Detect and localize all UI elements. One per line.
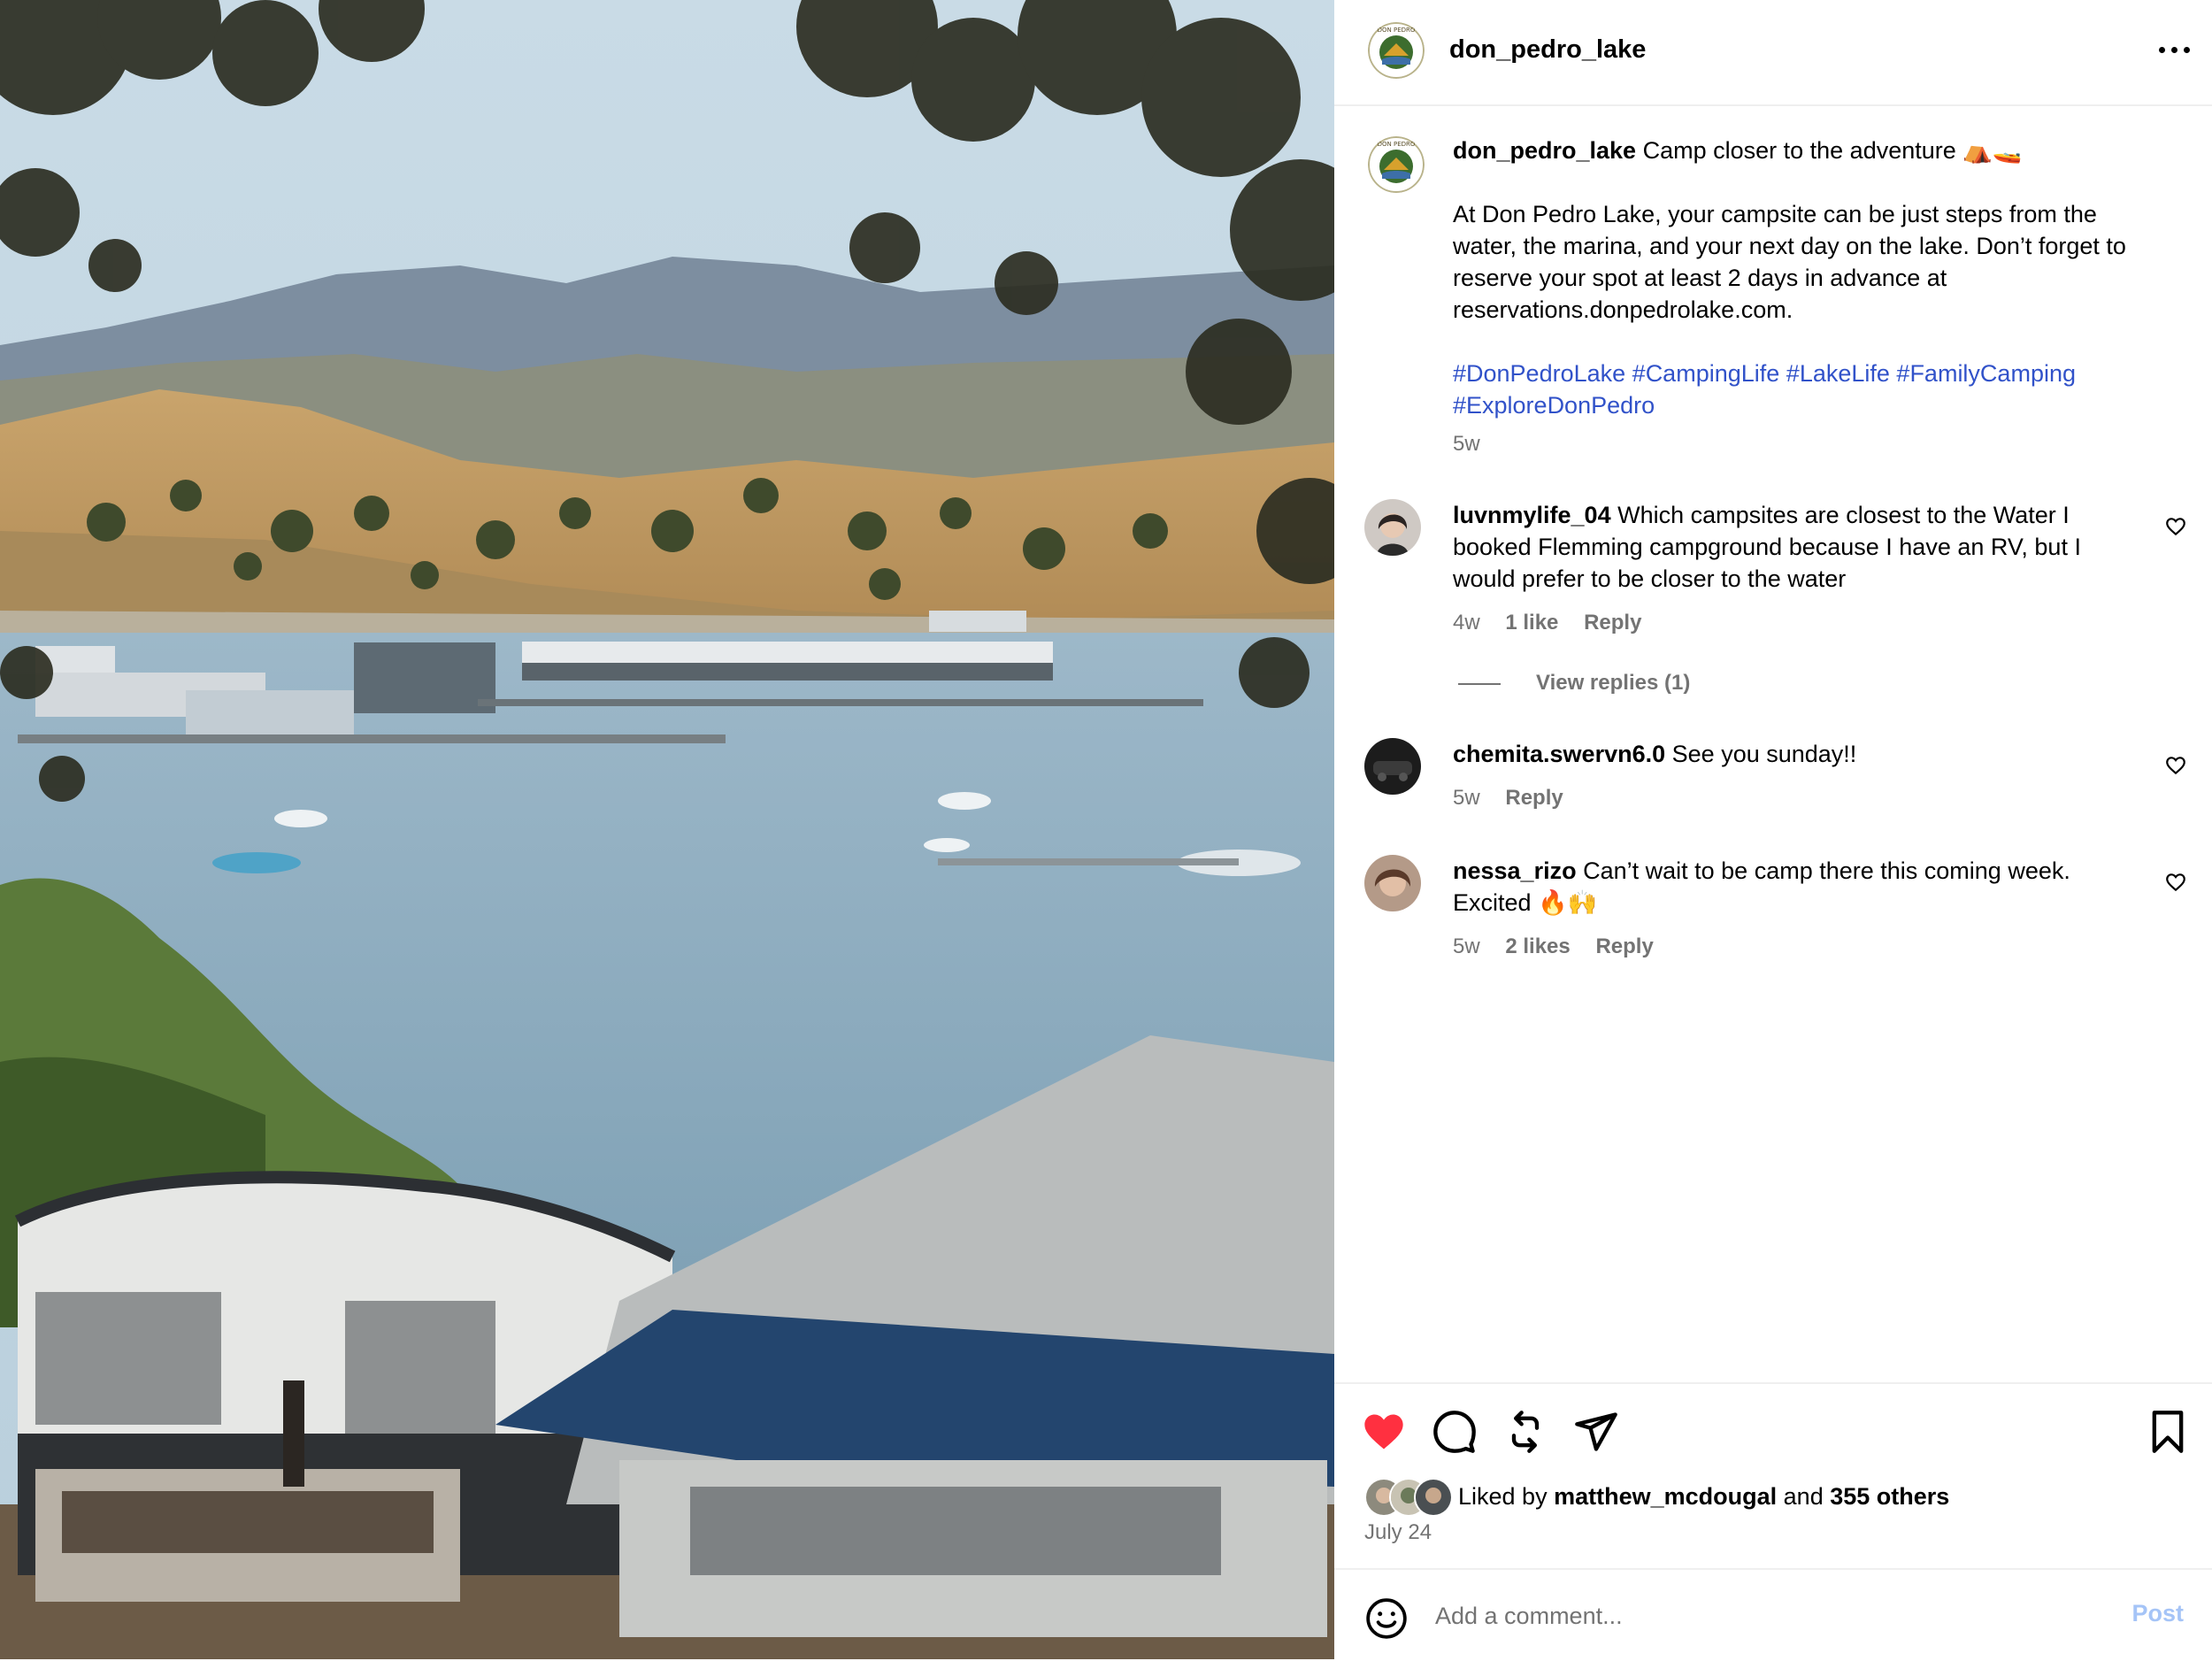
repost-icon[interactable] xyxy=(1502,1409,1548,1455)
commenter-avatar[interactable] xyxy=(1364,738,1421,795)
reply-button[interactable]: Reply xyxy=(1595,934,1653,958)
likes-others-count[interactable]: 355 others xyxy=(1830,1483,1949,1510)
lake-campsite-photo xyxy=(0,0,1334,1659)
liked-by-user[interactable]: matthew_mcdougal xyxy=(1554,1483,1777,1510)
profile-avatar[interactable]: DON PEDRO xyxy=(1368,22,1425,79)
view-replies-label: View replies (1) xyxy=(1536,671,1691,695)
don-pedro-logo-icon: DON PEDRO xyxy=(1368,22,1425,79)
user-avatar-icon xyxy=(1364,499,1421,556)
caption: don_pedro_lake Camp closer to the advent… xyxy=(1453,135,2161,421)
comment-meta: 5w 2 likes Reply xyxy=(1453,934,1654,959)
liked-by-prefix: Liked by xyxy=(1458,1483,1548,1510)
comment-likes[interactable]: 1 like xyxy=(1505,611,1558,634)
don-pedro-logo-icon: DON PEDRO xyxy=(1368,136,1425,193)
liker-avatar[interactable] xyxy=(1414,1478,1453,1517)
comment-time: 5w xyxy=(1453,934,1480,958)
comment-text: See you sunday!! xyxy=(1671,741,1857,767)
tent-emoji-icon: ⛺🚤 xyxy=(1962,137,2023,164)
post-photo[interactable] xyxy=(0,0,1334,1659)
bookmark-icon[interactable] xyxy=(2145,1409,2191,1455)
post-side-panel: DON PEDRO don_pedro_lake DON PEDRO don_p… xyxy=(1334,0,2212,1659)
comment-bubble-icon[interactable] xyxy=(1432,1409,1478,1455)
caption-hashtags: #DonPedroLake #CampingLife #LakeLife #Fa… xyxy=(1453,358,2161,421)
comment-meta: 4w 1 like Reply xyxy=(1453,611,1641,635)
post-comment-button[interactable]: Post xyxy=(2131,1600,2184,1627)
caption-avatar[interactable]: DON PEDRO xyxy=(1368,136,1425,193)
comment-time: 5w xyxy=(1453,786,1480,810)
comment-like-heart-icon[interactable] xyxy=(2164,754,2187,777)
like-heart-icon[interactable] xyxy=(1361,1409,1407,1455)
comment: nessa_rizo Can’t wait to be camp there t… xyxy=(1453,855,2134,919)
post-date[interactable]: July 24 xyxy=(1364,1520,1432,1545)
hashtag-link[interactable]: #CampingLife xyxy=(1632,360,1780,387)
more-options-icon[interactable] xyxy=(2157,41,2193,58)
svg-text:DON PEDRO: DON PEDRO xyxy=(1378,141,1416,148)
caption-time: 5w xyxy=(1453,432,1480,456)
liked-by-joiner: and xyxy=(1783,1483,1824,1510)
comment-username[interactable]: nessa_rizo xyxy=(1453,857,1577,884)
user-avatar-icon xyxy=(1364,855,1421,911)
post-actions: Liked by matthew_mcdougal and 355 others… xyxy=(1334,1382,2212,1570)
caption-body: At Don Pedro Lake, your campsite can be … xyxy=(1453,201,2126,323)
comment-username[interactable]: luvnmylife_04 xyxy=(1453,502,1611,528)
comment: luvnmylife_04 Which campsites are closes… xyxy=(1453,499,2125,595)
comment-time: 4w xyxy=(1453,611,1480,634)
caption-username[interactable]: don_pedro_lake xyxy=(1453,137,1636,164)
commenter-avatar[interactable] xyxy=(1364,855,1421,911)
liked-by-text: Liked by matthew_mcdougal and 355 others xyxy=(1458,1483,1949,1511)
add-comment-bar: Post xyxy=(1334,1568,2212,1661)
comment-input[interactable] xyxy=(1433,1595,2056,1637)
view-replies-button[interactable]: View replies (1) xyxy=(1458,671,1690,696)
hashtag-link[interactable]: #DonPedroLake xyxy=(1453,360,1625,387)
reply-button[interactable]: Reply xyxy=(1505,786,1563,810)
comment: chemita.swervn6.0 See you sunday!! xyxy=(1453,738,2161,770)
user-avatar-icon xyxy=(1364,738,1421,795)
hashtag-link[interactable]: #LakeLife xyxy=(1786,360,1890,387)
post-owner-username[interactable]: don_pedro_lake xyxy=(1449,35,1646,65)
reply-button[interactable]: Reply xyxy=(1584,611,1641,634)
comments-list[interactable]: DON PEDRO don_pedro_lake Camp closer to … xyxy=(1334,106,2212,1382)
post-header: DON PEDRO don_pedro_lake xyxy=(1334,0,2212,106)
comment-meta: 5w Reply xyxy=(1453,786,1563,811)
hashtag-link[interactable]: #ExploreDonPedro xyxy=(1453,392,1655,419)
emoji-icon[interactable] xyxy=(1364,1596,1409,1641)
comment-like-heart-icon[interactable] xyxy=(2164,515,2187,538)
hashtag-link[interactable]: #FamilyCamping xyxy=(1896,360,2076,387)
comment-like-heart-icon[interactable] xyxy=(2164,871,2187,894)
replies-divider xyxy=(1458,682,1501,685)
share-send-icon[interactable] xyxy=(1573,1409,1619,1455)
comment-username[interactable]: chemita.swervn6.0 xyxy=(1453,741,1665,767)
user-avatar-icon xyxy=(1416,1480,1451,1515)
svg-text:DON PEDRO: DON PEDRO xyxy=(1378,27,1416,34)
commenter-avatar[interactable] xyxy=(1364,499,1421,556)
caption-title: Camp closer to the adventure xyxy=(1642,137,1956,164)
comment-likes[interactable]: 2 likes xyxy=(1505,934,1570,958)
